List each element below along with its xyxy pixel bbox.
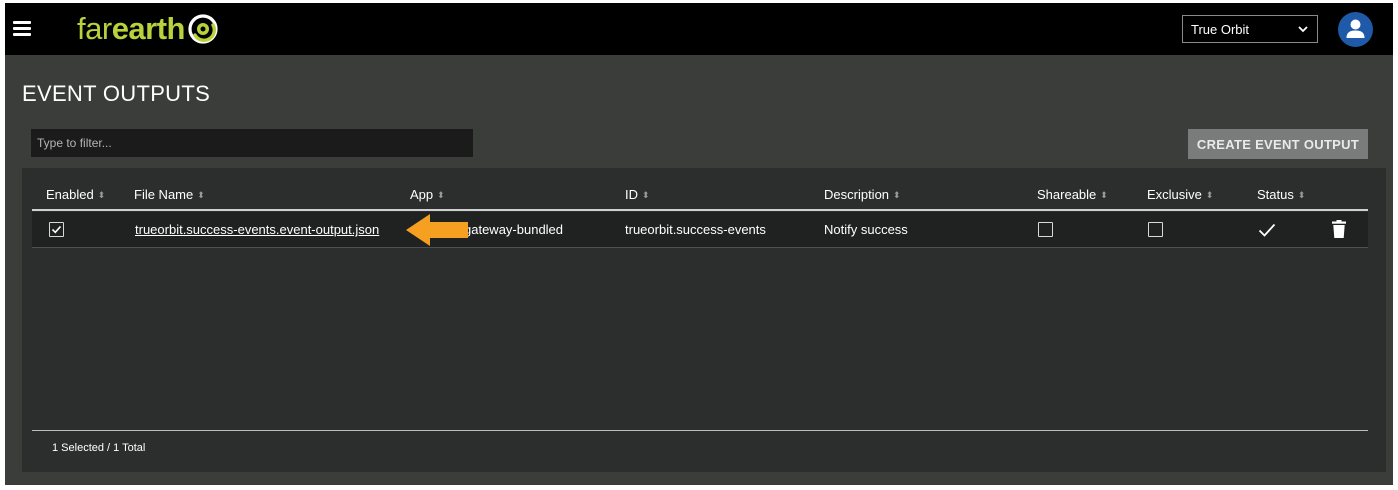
column-header-enabled[interactable]: Enabled ⬍	[46, 187, 105, 202]
column-header-label: File Name	[134, 187, 194, 202]
sort-icon: ⬍	[1100, 190, 1108, 200]
column-header-status[interactable]: Status ⬍	[1257, 187, 1305, 202]
checkmark-icon	[51, 225, 62, 234]
logo-far-text: far	[77, 11, 112, 46]
sort-icon: ⬍	[1297, 190, 1306, 200]
column-header-label: ID	[625, 187, 638, 202]
chevron-down-icon	[1298, 26, 1308, 33]
table-toolbar: CREATE EVENT OUTPUT	[22, 120, 1386, 168]
app-window: far earth True Orbit EVENT OUTPUTS Type …	[5, 3, 1393, 485]
sort-icon: ⬍	[197, 190, 205, 200]
enabled-checkbox[interactable]	[49, 222, 64, 237]
orbit-logo-icon	[188, 14, 218, 44]
column-header-id[interactable]: ID ⬍	[625, 187, 650, 202]
organization-select[interactable]: True Orbit	[1182, 15, 1318, 43]
create-event-output-button[interactable]: CREATE EVENT OUTPUT	[1188, 129, 1368, 159]
annotation-arrow	[406, 214, 468, 246]
app-cell: gateway-bundled	[464, 222, 564, 237]
shareable-checkbox[interactable]	[1038, 222, 1053, 237]
description-cell: Notify success	[824, 222, 908, 237]
column-header-app[interactable]: App ⬍	[410, 187, 445, 202]
column-header-exclusive[interactable]: Exclusive ⬍	[1147, 187, 1213, 202]
sort-icon: ⬍	[1205, 190, 1214, 200]
column-header-description[interactable]: Description ⬍	[824, 187, 901, 202]
column-header-file-name[interactable]: File Name ⬍	[134, 187, 205, 202]
exclusive-checkbox[interactable]	[1148, 222, 1163, 237]
farearth-logo[interactable]: far earth	[77, 11, 219, 47]
top-bar: far earth True Orbit	[5, 3, 1393, 55]
file-name-link[interactable]: trueorbit.success-events.event-output.js…	[135, 222, 379, 237]
logo-earth-text: earth	[111, 11, 186, 46]
filter-input[interactable]	[31, 129, 473, 157]
check-icon	[1258, 223, 1276, 237]
trash-icon[interactable]	[1332, 220, 1346, 238]
user-icon	[1346, 19, 1365, 38]
table-header: Enabled ⬍ File Name ⬍ App ⬍ ID ⬍ Description…	[32, 178, 1368, 210]
sort-icon: ⬍	[642, 190, 650, 200]
user-avatar-button[interactable]	[1338, 12, 1373, 47]
page-title: EVENT OUTPUTS	[22, 81, 211, 106]
column-header-label: App	[410, 187, 434, 202]
column-header-label: Shareable	[1037, 187, 1097, 202]
sort-icon: ⬍	[437, 190, 445, 200]
table-row[interactable]: trueorbit.success-events.event-output.js…	[32, 212, 1368, 248]
header-divider	[32, 209, 1368, 211]
footer-divider	[32, 430, 1368, 431]
sort-icon: ⬍	[893, 190, 901, 200]
column-header-shareable[interactable]: Shareable ⬍	[1037, 187, 1108, 202]
event-outputs-panel: CREATE EVENT OUTPUT Enabled⬍ File Name⬍ …	[22, 120, 1386, 472]
column-header-label: Enabled	[46, 187, 94, 202]
selection-summary: 1 Selected / 1 Total	[52, 442, 146, 454]
column-header-label: Description	[824, 187, 890, 202]
column-header-label: Status	[1257, 187, 1294, 202]
organization-select-value: True Orbit	[1191, 21, 1250, 37]
id-cell: trueorbit.success-events	[625, 222, 766, 237]
column-header-label: Exclusive	[1147, 187, 1202, 202]
sort-icon: ⬍	[97, 190, 106, 200]
hamburger-menu-icon[interactable]	[13, 21, 31, 37]
